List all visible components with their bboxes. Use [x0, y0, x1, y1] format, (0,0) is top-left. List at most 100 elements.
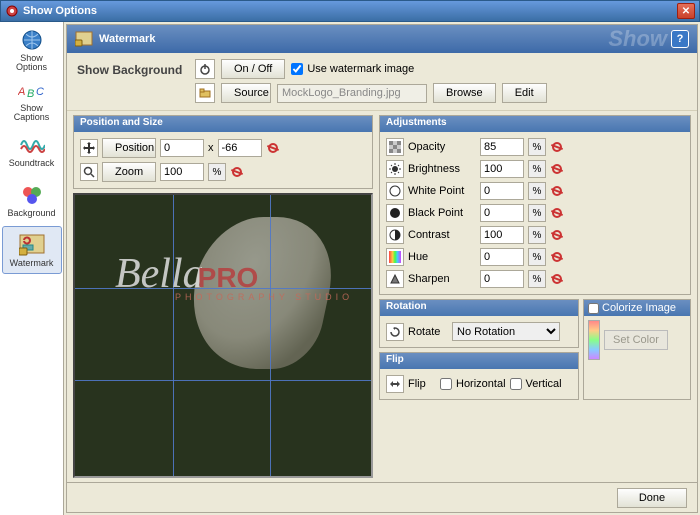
rotate-label: Rotate — [408, 326, 448, 338]
page-header: Watermark Show ? — [67, 25, 697, 53]
adjustment-row-sharpen: Sharpen% — [386, 270, 684, 288]
globe-icon — [18, 28, 46, 52]
sidebar-item-soundtrack[interactable]: Soundtrack — [2, 126, 62, 174]
sidebar-item-show-captions[interactable]: ABC Show Captions — [2, 76, 62, 124]
adjustment-label: Contrast — [408, 229, 476, 241]
sidebar-item-background[interactable]: Background — [2, 176, 62, 224]
flip-horizontal-checkbox[interactable]: Horizontal — [440, 378, 506, 390]
brightness-icon — [386, 160, 404, 178]
use-watermark-checkbox-input[interactable] — [291, 63, 303, 75]
pct-label: % — [528, 182, 546, 200]
adjustment-row-contrast: Contrast% — [386, 226, 684, 244]
sidebar-item-show-options[interactable]: Show Options — [2, 26, 62, 74]
onoff-toggle[interactable]: On / Off — [221, 59, 285, 79]
flip-icon — [386, 375, 404, 393]
source-path-input — [277, 84, 427, 103]
header-ghost-text: Show — [608, 26, 667, 52]
sharpen-input[interactable] — [480, 270, 524, 288]
opacity-icon — [386, 138, 404, 156]
brightness-input[interactable] — [480, 160, 524, 178]
colorize-panel: Colorize Image Set Color — [583, 299, 691, 400]
adjustment-row-hue: Hue% — [386, 248, 684, 266]
adjustment-label: Sharpen — [408, 273, 476, 285]
help-button[interactable]: ? — [671, 30, 689, 48]
pct-label: % — [528, 204, 546, 222]
use-watermark-image-checkbox[interactable]: Use watermark image — [291, 63, 414, 75]
reset-sharpen-icon[interactable] — [550, 272, 564, 286]
done-button[interactable]: Done — [617, 488, 687, 508]
flip-label: Flip — [408, 378, 436, 390]
abc-icon: ABC — [18, 78, 46, 102]
hue-icon — [386, 248, 404, 266]
position-y-input[interactable] — [218, 139, 262, 157]
opacity-input[interactable] — [480, 138, 524, 156]
titlebar: Show Options ✕ — [0, 0, 700, 22]
pct-label: % — [528, 226, 546, 244]
sidebar-item-label: Background — [7, 209, 55, 218]
colorize-title: Colorize Image — [602, 302, 676, 314]
adjustment-label: Brightness — [408, 163, 476, 175]
rotation-title: Rotation — [380, 300, 578, 316]
flip-vertical-checkbox[interactable]: Vertical — [510, 378, 562, 390]
contrast-input[interactable] — [480, 226, 524, 244]
black-point-input[interactable] — [480, 204, 524, 222]
preview-area[interactable]: BellaPRO PHOTOGRAPHY STUDIO — [73, 193, 373, 478]
position-button[interactable]: Position — [102, 138, 156, 158]
window-title: Show Options — [23, 5, 97, 17]
watermark-header-icon — [75, 31, 93, 47]
reset-hue-icon[interactable] — [550, 250, 564, 264]
sidebar-item-label: Show Options — [4, 54, 60, 72]
reset-contrast-icon[interactable] — [550, 228, 564, 242]
position-x-input[interactable] — [160, 139, 204, 157]
pct-label: % — [528, 270, 546, 288]
pct-label: % — [528, 138, 546, 156]
adjustment-label: White Point — [408, 185, 476, 197]
browse-button[interactable]: Browse — [433, 83, 496, 103]
adjustment-label: Hue — [408, 251, 476, 263]
folder-icon — [195, 83, 215, 103]
white-point-input[interactable] — [480, 182, 524, 200]
sidebar-item-label: Soundtrack — [9, 159, 55, 168]
sidebar-item-label: Watermark — [10, 259, 54, 268]
reset-zoom-icon[interactable] — [230, 165, 244, 179]
rotation-select[interactable]: No Rotation — [452, 322, 560, 341]
colorize-checkbox[interactable] — [588, 303, 599, 314]
watermark-icon — [18, 233, 46, 257]
adjustments-title: Adjustments — [380, 116, 690, 132]
adjustment-label: Black Point — [408, 207, 476, 219]
black-point-icon — [386, 204, 404, 222]
source-label-button[interactable]: Source — [221, 83, 271, 103]
pct-label: % — [528, 160, 546, 178]
sidebar-item-watermark[interactable]: Watermark — [2, 226, 62, 274]
colorize-gradient-icon — [588, 320, 600, 360]
adjustment-row-white-point: White Point% — [386, 182, 684, 200]
rotation-panel: Rotation Rotate No Rotation — [379, 299, 579, 348]
sidebar-item-label: Show Captions — [4, 104, 60, 122]
zoom-input[interactable] — [160, 163, 204, 181]
sidebar: Show Options ABC Show Captions Soundtrac… — [0, 22, 64, 515]
soundwave-icon — [18, 133, 46, 157]
flip-panel: Flip Flip Horizontal Vertical — [379, 352, 579, 400]
close-button[interactable]: ✕ — [677, 3, 695, 19]
reset-black-point-icon[interactable] — [550, 206, 564, 220]
svg-text:A: A — [18, 86, 25, 98]
watermark-brand-bold: PRO — [198, 262, 259, 293]
reset-brightness-icon[interactable] — [550, 162, 564, 176]
use-watermark-label: Use watermark image — [307, 63, 414, 75]
reset-position-icon[interactable] — [266, 141, 280, 155]
reset-white-point-icon[interactable] — [550, 184, 564, 198]
palette-icon — [18, 183, 46, 207]
reset-opacity-icon[interactable] — [550, 140, 564, 154]
page-title: Watermark — [99, 33, 155, 45]
app-icon — [5, 4, 19, 18]
zoom-pct: % — [208, 163, 226, 181]
move-icon — [80, 139, 98, 157]
zoom-button[interactable]: Zoom — [102, 162, 156, 182]
pct-label: % — [528, 248, 546, 266]
edit-button[interactable]: Edit — [502, 83, 547, 103]
svg-text:B: B — [27, 88, 34, 100]
position-size-title: Position and Size — [74, 116, 372, 132]
flip-title: Flip — [380, 353, 578, 369]
white-point-icon — [386, 182, 404, 200]
hue-input[interactable] — [480, 248, 524, 266]
